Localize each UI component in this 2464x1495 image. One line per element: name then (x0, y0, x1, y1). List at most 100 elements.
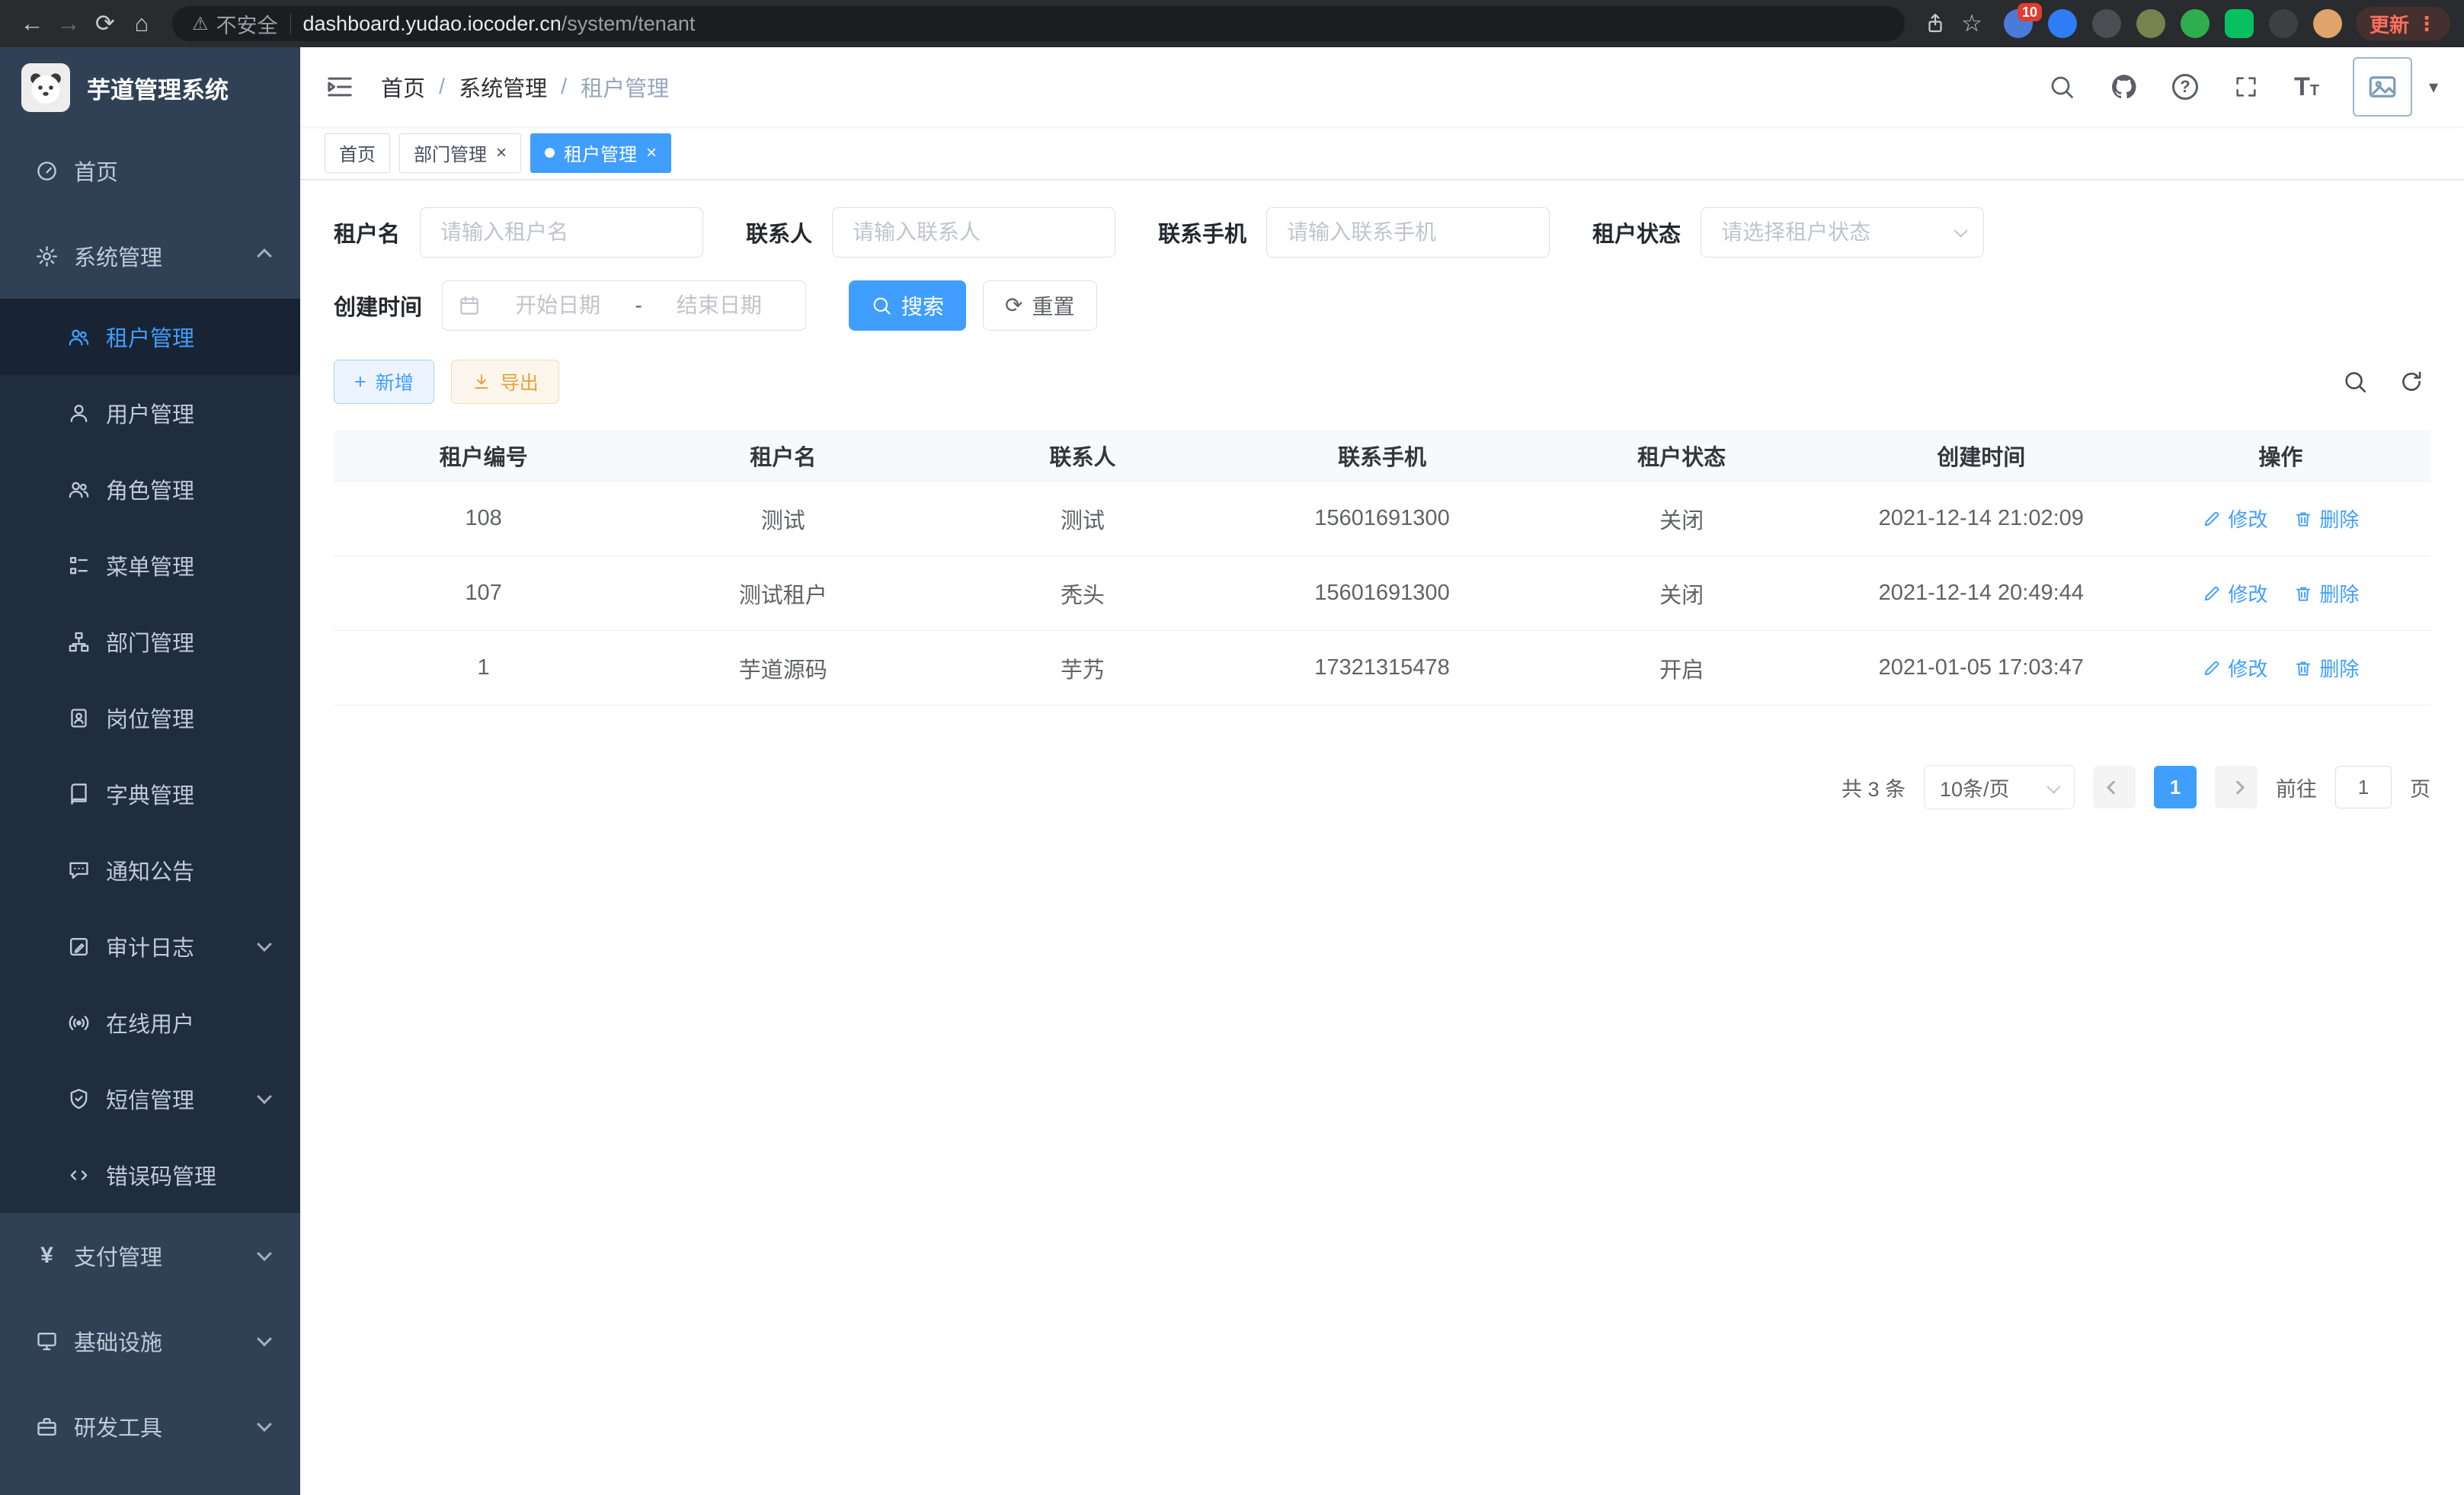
sidebar-item-audit-log[interactable]: 审计日志 (0, 908, 300, 984)
extension-icon-6[interactable] (2225, 9, 2254, 38)
tenant-table: 租户编号 租户名 联系人 联系手机 租户状态 创建时间 操作 108 测试 测试… (334, 430, 2430, 706)
sidebar-item-dept[interactable]: 部门管理 (0, 603, 300, 680)
browser-home-icon[interactable]: ⌂ (123, 5, 160, 42)
fullscreen-icon[interactable] (2232, 72, 2261, 101)
extension-icon-1[interactable]: 10 (2004, 9, 2033, 38)
reset-button[interactable]: ⟳ 重置 (983, 280, 1096, 331)
phone-input[interactable] (1266, 207, 1550, 258)
font-size-icon[interactable]: TT (2294, 74, 2319, 100)
edit-link[interactable]: 修改 (2202, 504, 2267, 533)
tenant-users-icon (67, 325, 91, 349)
sidebar-item-user[interactable]: 用户管理 (0, 375, 300, 451)
prev-page-button[interactable] (2093, 766, 2136, 808)
close-icon[interactable]: × (496, 144, 507, 162)
chevron-left-icon (2106, 780, 2120, 794)
end-date-input[interactable] (648, 293, 790, 318)
contact-input[interactable] (832, 207, 1115, 258)
sidebar-item-system[interactable]: 系统管理 (0, 213, 300, 299)
sidebar-item-home[interactable]: 首页 (0, 128, 300, 213)
avatar-caret-icon[interactable]: ▾ (2429, 76, 2438, 98)
sidebar-item-notice[interactable]: 通知公告 (0, 832, 300, 908)
extension-icon-4[interactable] (2136, 9, 2165, 38)
status-label: 租户状态 (1592, 216, 1681, 248)
refresh-table-icon[interactable] (2398, 369, 2424, 395)
chevron-down-icon (257, 1246, 272, 1261)
breadcrumb-current: 租户管理 (581, 71, 669, 103)
search-form-row-1: 租户名 联系人 联系手机 租户状态 (334, 207, 2430, 258)
chrome-update-button[interactable]: 更新 ⋮ (2356, 7, 2450, 40)
next-page-button[interactable] (2215, 766, 2258, 808)
address-bar[interactable]: ⚠ 不安全 dashboard.yudao.iocoder.cn/system/… (172, 6, 1905, 41)
browser-reload-icon[interactable]: ⟳ (87, 5, 123, 42)
user-avatar[interactable] (2353, 57, 2412, 117)
export-button[interactable]: 导出 (451, 360, 559, 404)
gear-icon (35, 245, 59, 268)
sidebar-item-infrastructure[interactable]: 基础设施 (0, 1298, 300, 1384)
share-icon[interactable] (1917, 5, 1954, 42)
contact-label: 联系人 (746, 216, 812, 248)
shield-icon (67, 1087, 91, 1111)
signal-icon (67, 1011, 91, 1035)
breadcrumb-home[interactable]: 首页 (381, 71, 425, 103)
edit-link[interactable]: 修改 (2202, 579, 2267, 607)
sidebar-toggle-icon[interactable] (325, 72, 355, 102)
extension-icon-7[interactable] (2269, 9, 2298, 38)
sidebar-item-error-code[interactable]: 错误码管理 (0, 1137, 300, 1213)
browser-menu-icon[interactable]: ⋮ (2417, 12, 2437, 36)
cell-contact: 芋艿 (933, 652, 1232, 684)
add-button[interactable]: + 新增 (334, 360, 434, 404)
create-time-range[interactable]: - (442, 280, 806, 331)
sidebar-item-online-users[interactable]: 在线用户 (0, 984, 300, 1061)
github-icon[interactable] (2110, 72, 2139, 101)
breadcrumb: 首页 / 系统管理 / 租户管理 (381, 71, 669, 103)
sidebar-item-role[interactable]: 角色管理 (0, 451, 300, 527)
browser-back-icon[interactable]: ← (14, 5, 50, 42)
top-navbar: 首页 / 系统管理 / 租户管理 ? TT (300, 47, 2464, 126)
sidebar-item-tenant[interactable]: 租户管理 (0, 299, 300, 375)
sidebar-item-dict[interactable]: 字典管理 (0, 756, 300, 832)
search-button[interactable]: 搜索 (849, 280, 966, 331)
extension-icon-5[interactable] (2181, 9, 2210, 38)
delete-link[interactable]: 删除 (2293, 504, 2359, 533)
tenant-status-select[interactable] (1701, 207, 1984, 258)
edit-link[interactable]: 修改 (2202, 654, 2267, 682)
tab-home[interactable]: 首页 (325, 133, 390, 173)
page-content: 租户名 联系人 联系手机 租户状态 (300, 180, 2464, 1495)
chevron-down-icon (257, 936, 272, 952)
tenant-status-input[interactable] (1701, 207, 1984, 258)
sidebar: 芋道管理系统 首页 系统管理 租户管理 用户管理 角色管理 菜单管理 (0, 47, 300, 1495)
sidebar-item-payment[interactable]: ¥ 支付管理 (0, 1213, 300, 1298)
sidebar-item-dev-tools[interactable]: 研发工具 (0, 1384, 300, 1469)
toolbox-icon (35, 1415, 59, 1439)
header-search-icon[interactable] (2047, 72, 2076, 101)
sidebar-item-menu[interactable]: 菜单管理 (0, 527, 300, 603)
phone-label: 联系手机 (1158, 216, 1246, 248)
goto-page-input[interactable] (2335, 766, 2392, 808)
help-icon[interactable]: ? (2172, 74, 2198, 100)
cell-phone: 15601691300 (1232, 581, 1531, 606)
sidebar-item-post[interactable]: 岗位管理 (0, 680, 300, 756)
delete-link[interactable]: 删除 (2293, 654, 2359, 682)
cell-phone: 17321315478 (1232, 655, 1531, 680)
security-warning-icon: ⚠ (192, 13, 209, 35)
browser-forward-icon[interactable]: → (50, 5, 87, 42)
start-date-input[interactable] (487, 293, 629, 318)
search-icon (871, 295, 892, 316)
sidebar-logo[interactable]: 芋道管理系统 (0, 47, 300, 128)
page-size-select[interactable]: 10条/页 (1924, 765, 2075, 809)
delete-link[interactable]: 删除 (2293, 579, 2359, 607)
toggle-search-icon[interactable] (2342, 369, 2368, 395)
page-1-button[interactable]: 1 (2154, 766, 2197, 808)
bookmark-star-icon[interactable]: ☆ (1954, 5, 1990, 42)
extension-tray: 10 (2004, 9, 2342, 38)
tab-tenant[interactable]: 租户管理 × (530, 133, 671, 173)
chevron-down-icon (2046, 780, 2060, 793)
sidebar-item-sms[interactable]: 短信管理 (0, 1061, 300, 1137)
tenant-name-input[interactable] (420, 207, 703, 258)
tab-dept[interactable]: 部门管理 × (399, 133, 521, 173)
breadcrumb-system[interactable]: 系统管理 (459, 71, 547, 103)
extension-icon-3[interactable] (2092, 9, 2121, 38)
profile-avatar-icon[interactable] (2313, 9, 2342, 38)
close-icon[interactable]: × (646, 144, 657, 162)
extension-icon-2[interactable] (2048, 9, 2077, 38)
